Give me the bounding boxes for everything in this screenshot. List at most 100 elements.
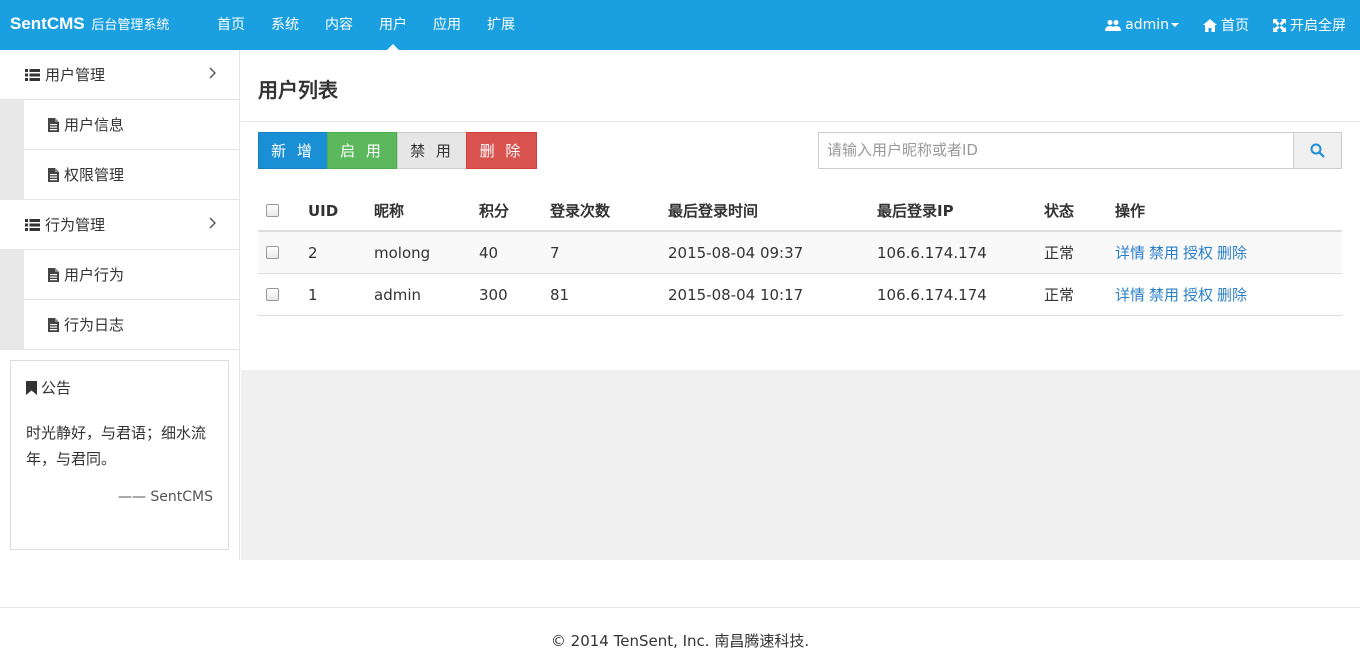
row-checkbox[interactable] (266, 288, 279, 301)
fullscreen-icon (1273, 18, 1286, 32)
sidebar-item-user-behavior[interactable]: 用户行为 (24, 250, 239, 300)
chevron-right-icon (209, 67, 216, 79)
search-button[interactable] (1293, 132, 1342, 169)
sidebar-submenu: 用户信息 权限管理 (0, 100, 239, 200)
sidebar-submenu: 用户行为 行为日志 (0, 250, 239, 350)
header-nickname: 昵称 (374, 202, 405, 220)
sidebar-item-label: 行为日志 (64, 316, 125, 334)
file-icon (48, 267, 59, 282)
sidebar-item-label: 权限管理 (64, 166, 125, 184)
sidebar-item-permissions[interactable]: 权限管理 (24, 150, 239, 200)
nav-item-extend[interactable]: 扩展 (474, 0, 528, 50)
disable-button[interactable]: 禁 用 (397, 132, 467, 169)
search-icon (1310, 143, 1325, 158)
notice-signature: —— SentCMS (117, 489, 213, 505)
cell-nickname: admin (374, 286, 421, 304)
cell-status: 正常 (1044, 286, 1075, 304)
nav-right: admin 首页 开启全屏 (1081, 0, 1346, 50)
sidebar-item-label: 用户行为 (64, 266, 125, 284)
file-icon (48, 117, 59, 132)
sidebar-group-user-management[interactable]: 用户管理 (0, 50, 239, 100)
notice-title: 公告 (26, 377, 213, 398)
cell-score: 40 (479, 244, 499, 262)
cell-score: 300 (479, 286, 508, 304)
header-score: 积分 (479, 202, 510, 220)
bookmark-icon (26, 380, 37, 395)
nav-item-content[interactable]: 内容 (312, 0, 366, 50)
sidebar-group-behavior-management[interactable]: 行为管理 (0, 200, 239, 250)
sidebar-item-user-info[interactable]: 用户信息 (24, 100, 239, 150)
list-icon (25, 218, 40, 231)
fullscreen-label: 开启全屏 (1290, 18, 1346, 34)
header-status: 状态 (1044, 202, 1075, 220)
content-background (241, 370, 1360, 560)
authorize-link[interactable]: 授权 (1183, 286, 1213, 304)
sidebar-item-behavior-log[interactable]: 行为日志 (24, 300, 239, 350)
user-table: UID 昵称 积分 登录次数 最后登录时间 最后登录IP 状态 操作 2 mol… (258, 190, 1342, 316)
disable-link[interactable]: 禁用 (1149, 286, 1179, 304)
disable-link[interactable]: 禁用 (1149, 244, 1179, 262)
cell-last-login-time: 2015-08-04 10:17 (668, 286, 804, 304)
notice-text: 时光静好，与君语；细水流年，与君同。 (26, 424, 207, 468)
main-nav: 首页 系统 内容 用户 应用 扩展 (204, 0, 528, 50)
table-header: UID 昵称 积分 登录次数 最后登录时间 最后登录IP 状态 操作 (258, 190, 1342, 232)
brand-name: SentCMS (10, 14, 85, 33)
cell-nickname: molong (374, 244, 431, 262)
cell-uid: 1 (308, 286, 318, 304)
cell-uid: 2 (308, 244, 318, 262)
page-title: 用户列表 (258, 78, 338, 102)
nav-item-system[interactable]: 系统 (258, 0, 312, 50)
enable-button[interactable]: 启 用 (327, 132, 397, 169)
header-last-login-ip: 最后登录IP (877, 202, 954, 220)
chevron-down-icon (1171, 23, 1179, 27)
file-icon (48, 167, 59, 182)
delete-link[interactable]: 删除 (1217, 244, 1247, 262)
user-name: admin (1125, 17, 1169, 33)
divider (241, 121, 1360, 122)
header-uid: UID (308, 202, 339, 220)
delete-button[interactable]: 删 除 (466, 132, 537, 169)
header-last-login-time: 最后登录时间 (668, 202, 759, 220)
header-login-count: 登录次数 (550, 202, 611, 220)
notice-panel: 公告 时光静好，与君语；细水流年，与君同。 —— SentCMS (10, 360, 229, 550)
brand-logo[interactable]: SentCMS 后台管理系统 (10, 14, 169, 34)
list-icon (25, 68, 40, 81)
file-icon (48, 317, 59, 332)
select-all-checkbox[interactable] (266, 204, 279, 217)
authorize-link[interactable]: 授权 (1183, 244, 1213, 262)
sidebar-item-label: 用户信息 (64, 116, 125, 134)
users-icon (1105, 19, 1122, 31)
fullscreen-link[interactable]: 开启全屏 (1273, 15, 1346, 35)
nav-item-home[interactable]: 首页 (204, 0, 258, 50)
cell-last-login-time: 2015-08-04 09:37 (668, 244, 804, 262)
add-button[interactable]: 新 增 (258, 132, 328, 169)
nav-item-app[interactable]: 应用 (420, 0, 474, 50)
detail-link[interactable]: 详情 (1115, 244, 1145, 262)
header-operations: 操作 (1115, 202, 1146, 220)
top-navbar: SentCMS 后台管理系统 首页 系统 内容 用户 应用 扩展 admin 首… (0, 0, 1360, 50)
table-row: 1 admin 300 81 2015-08-04 10:17 106.6.17… (258, 274, 1342, 316)
cell-operations: 详情 禁用 授权 删除 (1115, 274, 1251, 316)
chevron-right-icon (209, 217, 216, 229)
delete-link[interactable]: 删除 (1217, 286, 1247, 304)
cell-last-login-ip: 106.6.174.174 (877, 286, 987, 304)
home-icon (1203, 18, 1217, 32)
row-checkbox[interactable] (266, 246, 279, 259)
cell-last-login-ip: 106.6.174.174 (877, 244, 987, 262)
search-input[interactable]: 请输入用户昵称或者ID (818, 132, 1294, 169)
nav-item-user[interactable]: 用户 (366, 0, 420, 50)
cell-operations: 详情 禁用 授权 删除 (1115, 232, 1251, 274)
sidebar-group-label: 用户管理 (45, 66, 106, 84)
sidebar: 用户管理 用户信息 权限管理 行为管理 用户行为 行为日志 公告 时光静好，与君… (0, 50, 240, 560)
table-row: 2 molong 40 7 2015-08-04 09:37 106.6.174… (258, 232, 1342, 274)
detail-link[interactable]: 详情 (1115, 286, 1145, 304)
divider (0, 607, 1360, 608)
home-link[interactable]: 首页 (1203, 15, 1249, 35)
brand-subtitle: 后台管理系统 (91, 17, 170, 32)
footer-copyright: © 2014 TenSent, Inc. 南昌腾速科技. (550, 632, 810, 650)
sidebar-group-label: 行为管理 (45, 216, 106, 234)
user-menu[interactable]: admin (1105, 17, 1179, 33)
notice-title-text: 公告 (41, 379, 72, 397)
cell-login-count: 7 (550, 244, 560, 262)
home-link-label: 首页 (1221, 18, 1249, 34)
